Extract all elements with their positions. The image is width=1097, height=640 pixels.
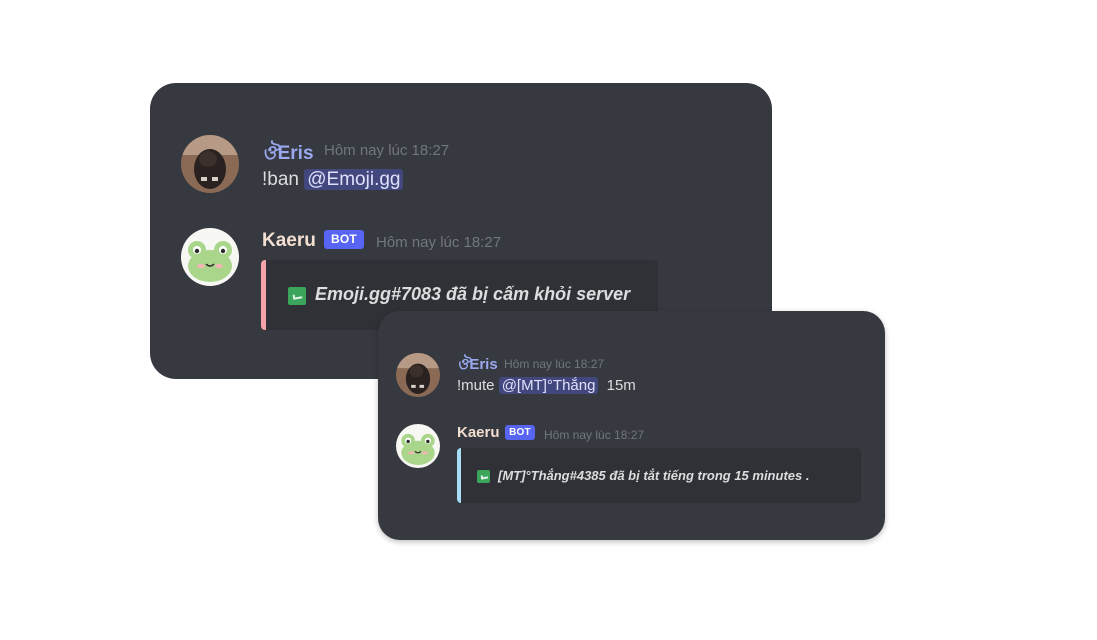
message-timestamp: Hôm nay lúc 18:27 [544, 428, 645, 442]
kaeru-username[interactable]: Kaeru [457, 424, 500, 441]
user-mention[interactable]: @[MT]°Thắng [498, 377, 599, 394]
embed-color-bar [261, 260, 266, 330]
embed-description: [MT]°Thắng#4385 đã bị tắt tiếng trong 15… [498, 468, 810, 483]
command-text: !ban [262, 169, 299, 190]
kaeru-avatar[interactable] [181, 228, 239, 286]
command-text: !mute [457, 377, 495, 394]
message-timestamp: Hôm nay lúc 18:27 [504, 357, 605, 371]
bot-badge: BOT [505, 425, 535, 440]
kaeru-avatar[interactable] [396, 424, 440, 468]
mute-result-embed: [MT]°Thắng#4385 đã bị tắt tiếng trong 15… [457, 448, 861, 503]
green-check-emoji-icon [477, 470, 490, 483]
eris-username[interactable]: ঔEris [457, 353, 498, 378]
username-text: Eris [277, 143, 314, 164]
green-check-emoji-icon [288, 287, 306, 305]
ban-command-message: !ban @Emoji.gg [262, 169, 404, 191]
eris-avatar[interactable] [181, 135, 239, 193]
embed-color-bar [457, 448, 461, 503]
kaeru-username[interactable]: Kaeru [262, 230, 316, 252]
mute-duration-text: 15m [606, 377, 636, 394]
username-prefix-glyph: ঔ [457, 355, 470, 373]
eris-avatar[interactable] [396, 353, 440, 397]
message-timestamp: Hôm nay lúc 18:27 [324, 142, 450, 159]
user-mention[interactable]: @Emoji.gg [304, 169, 404, 190]
mute-chat-card: ঔEris Hôm nay lúc 18:27 !mute @[MT]°Thắn… [378, 311, 885, 540]
eris-username[interactable]: ঔEris [262, 139, 314, 171]
screenshot-stage: ঔEris Hôm nay lúc 18:27 !ban @Emoji.gg K… [0, 0, 1097, 640]
bot-badge: BOT [324, 230, 364, 249]
username-text: Eris [469, 356, 498, 373]
username-prefix-glyph: ঔ [262, 142, 278, 164]
message-timestamp: Hôm nay lúc 18:27 [376, 234, 502, 251]
embed-description: Emoji.gg#7083 đã bị cấm khỏi server [315, 284, 631, 304]
mute-command-message: !mute @[MT]°Thắng 15m [457, 377, 636, 394]
